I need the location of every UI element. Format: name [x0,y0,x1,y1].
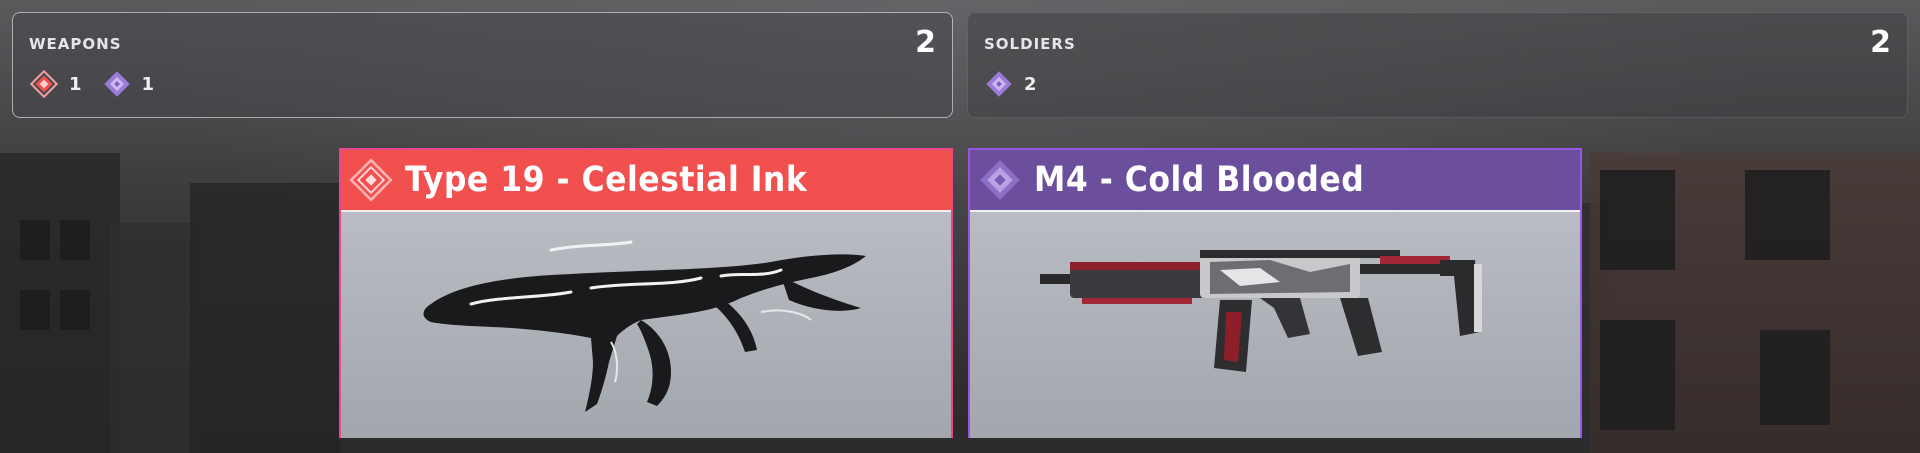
rarity-purple-diamond-icon [103,71,130,97]
weapons-purple-count: 1 [141,73,155,95]
weapons-rarity-red-chip: 1 [29,69,82,99]
item-card-type19-celestial-ink[interactable]: Type 19 - Celestial Ink [339,148,953,438]
m4-cold-blooded-weapon-image [970,210,1580,438]
item-name: M4 - Cold Blooded [1034,160,1365,200]
weapons-rarity-purple-chip: 1 [102,69,155,99]
soldiers-summary-panel[interactable]: SOLDIERS 2 2 [967,12,1908,118]
weapons-label: WEAPONS [29,35,122,53]
soldiers-purple-count: 2 [1024,73,1037,95]
rarity-red-diamond-icon [349,158,393,202]
type19-celestial-ink-weapon-image [341,210,951,438]
weapons-summary-panel[interactable]: WEAPONS 2 1 1 [12,12,953,118]
item-card-header: Type 19 - Celestial Ink [341,150,951,210]
weapons-red-count: 1 [69,73,82,95]
soldiers-total-count: 2 [1870,25,1891,60]
rarity-red-diamond-icon [29,69,59,99]
weapons-total-count: 2 [915,25,936,60]
weapons-rarity-counts: 1 1 [29,69,174,99]
item-card-m4-cold-blooded[interactable]: M4 - Cold Blooded [968,148,1582,438]
item-card-header: M4 - Cold Blooded [970,150,1580,210]
soldiers-rarity-counts: 2 [984,69,1057,99]
rarity-purple-diamond-icon [986,71,1012,97]
item-name: Type 19 - Celestial Ink [405,160,808,200]
rarity-purple-diamond-icon [980,160,1020,200]
soldiers-label: SOLDIERS [984,35,1076,53]
soldiers-rarity-purple-chip: 2 [984,69,1037,99]
